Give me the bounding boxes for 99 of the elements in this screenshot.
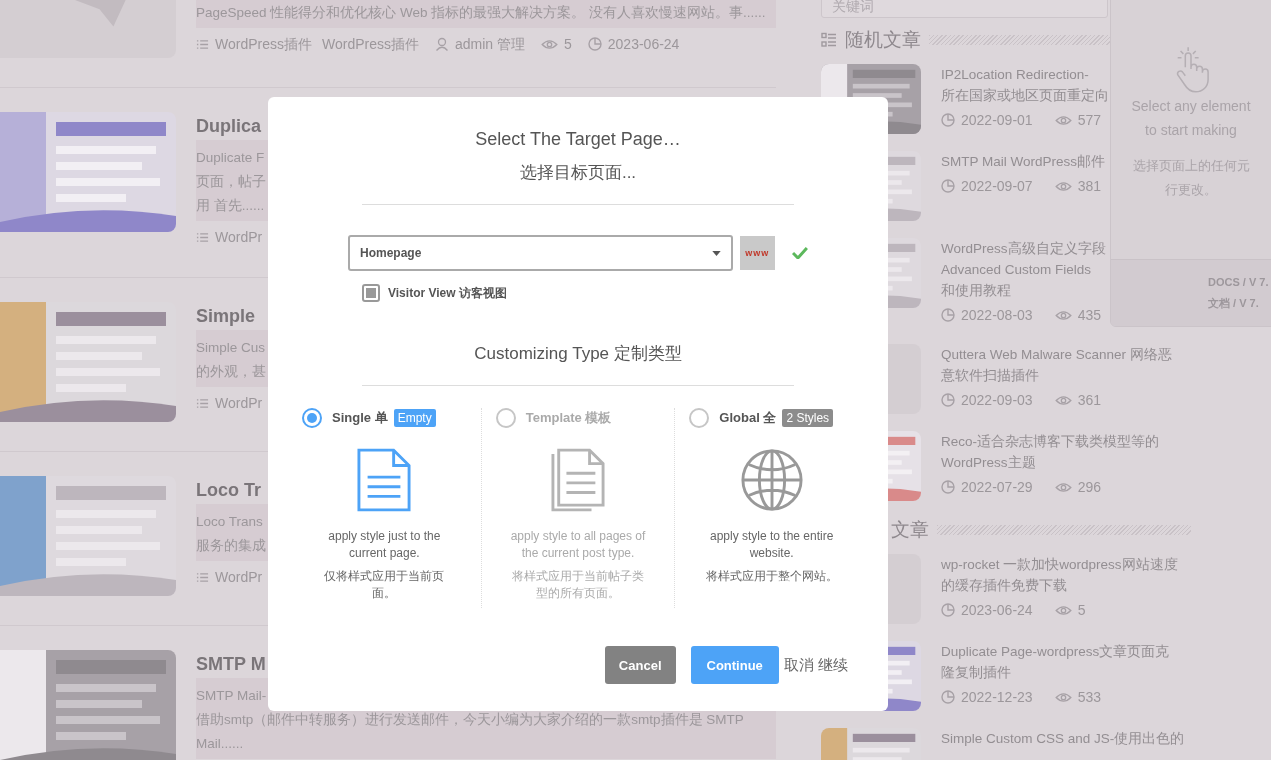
category-link[interactable]: WordPress插件 — [215, 33, 312, 55]
post-date: 2023-06-24 — [607, 35, 680, 54]
eye-icon — [541, 38, 558, 50]
post-title[interactable]: WordPress主题 — [941, 452, 1159, 473]
button-caption: 取消 继续 — [783, 655, 848, 675]
status-tag: 2 Styles — [782, 409, 834, 427]
eye-icon — [1054, 691, 1072, 703]
list-icon — [196, 230, 209, 244]
checkbox-label[interactable]: Visitor View 访客视图 — [388, 284, 507, 302]
section-heading: Customizing Type 定制类型 — [474, 343, 682, 365]
option-label[interactable]: Single 单 — [332, 409, 388, 427]
article-excerpt: Loco Trans — [196, 513, 263, 531]
view-count: 361 — [1077, 391, 1101, 410]
option-description: apply style to all pages of the current post type. — [509, 528, 647, 562]
list-icon — [196, 396, 209, 410]
clock-icon — [941, 308, 955, 322]
view-count: 5 — [1077, 601, 1086, 620]
article-excerpt: SMTP Mail- — [196, 687, 267, 705]
eye-icon — [1054, 604, 1072, 616]
view-count: 577 — [1077, 111, 1101, 130]
cancel-button[interactable]: Cancel — [604, 646, 676, 684]
view-count: 533 — [1077, 688, 1101, 707]
eye-icon — [1054, 481, 1072, 493]
option-description: 仅将样式应用于当前页面。 — [323, 568, 446, 602]
eye-icon — [1054, 309, 1072, 321]
eye-icon — [1054, 180, 1072, 192]
list-icon — [196, 570, 209, 584]
post-title[interactable]: 隆复制插件 — [941, 662, 1170, 683]
post-date: 2022-09-03 — [961, 391, 1033, 410]
category-link[interactable]: WordPress插件 — [322, 33, 419, 55]
view-count: 5 — [564, 35, 572, 54]
post-date: 2023-06-24 — [961, 601, 1033, 620]
list-icon — [196, 37, 209, 51]
post-title[interactable]: 的缓存插件免费下载 — [941, 575, 1178, 596]
post-title[interactable]: wp-rocket 一款加快wordpress网站速度 — [941, 554, 1178, 575]
post-title[interactable]: 所在国家或地区页面重定向 — [941, 85, 1109, 106]
post-title[interactable]: Reco-适合杂志博客下载类模型等的 — [941, 431, 1159, 452]
post-title[interactable]: SMTP Mail WordPress邮件 — [941, 151, 1106, 172]
section-heading: 随机文章 — [845, 28, 921, 52]
post-title[interactable]: 意软件扫描插件 — [941, 365, 1172, 386]
article-title[interactable]: Loco Tr — [196, 476, 261, 504]
eye-icon — [1054, 114, 1072, 126]
continue-button[interactable]: Continue — [690, 646, 779, 684]
clock-icon — [941, 393, 955, 407]
article-excerpt: 服务的集成 — [196, 537, 266, 555]
caret-icon — [711, 250, 721, 256]
option-description: apply style to the entire website. — [708, 528, 835, 562]
post-title[interactable]: Quttera Web Malware Scanner 网络恶 — [941, 344, 1172, 365]
article-excerpt: Duplicate F — [196, 149, 265, 167]
clock-icon — [941, 113, 955, 127]
post-date: 2022-09-07 — [961, 177, 1033, 196]
view-count: 296 — [1077, 478, 1101, 497]
checkbox[interactable] — [362, 284, 380, 302]
section-heading: 文章 — [891, 518, 929, 542]
eye-icon — [1054, 394, 1072, 406]
author-name[interactable]: admin 管理 — [454, 33, 525, 55]
clock-icon — [941, 603, 955, 617]
article-excerpt: Mail...... — [196, 735, 244, 753]
post-title[interactable]: WordPress高级自定义字段 — [941, 238, 1106, 259]
option-description: 将样式应用于当前帖子类型的所有页面。 — [511, 568, 645, 602]
post-title[interactable]: Duplicate Page-wordpress文章页面克 — [941, 641, 1170, 662]
clock-icon — [941, 480, 955, 494]
article-excerpt: 用 首先...... — [196, 197, 265, 215]
article-title[interactable]: Duplica — [196, 112, 261, 140]
clock-icon — [941, 690, 955, 704]
radio-button[interactable] — [689, 408, 710, 428]
view-count: 381 — [1077, 177, 1101, 196]
article-title[interactable]: Simple — [196, 302, 256, 330]
option-label[interactable]: Global 全 — [719, 409, 777, 427]
article-excerpt: Simple Cus — [196, 339, 266, 357]
document-icon — [357, 448, 412, 512]
post-date: 2022-08-03 — [961, 306, 1033, 325]
category-link[interactable]: WordPr — [215, 392, 263, 414]
user-icon — [434, 37, 449, 51]
dialog-subtitle: 选择目标页面... — [519, 162, 637, 184]
post-title[interactable]: Simple Custom CSS and JS-使用出色的 — [941, 728, 1185, 749]
article-excerpt: 的外观，甚 — [196, 363, 266, 381]
radio-button[interactable] — [302, 408, 322, 428]
page-select[interactable]: Homepage — [348, 235, 733, 271]
dialog-title: Select The Target Page… — [475, 128, 681, 151]
post-title[interactable]: 和使用教程 — [941, 280, 1106, 301]
documents-icon — [551, 448, 605, 512]
post-title[interactable]: IP2Location Redirection- — [941, 64, 1109, 85]
option-description: 将样式应用于整个网站。 — [704, 568, 839, 585]
clock-icon — [941, 179, 955, 193]
view-count: 435 — [1077, 306, 1101, 325]
article-title[interactable]: SMTP M — [196, 650, 266, 678]
status-tag: Empty — [393, 409, 436, 427]
article-excerpt: 页面，帖子 — [196, 173, 266, 191]
post-title[interactable]: Advanced Custom Fields — [941, 259, 1106, 280]
page-preview: www — [739, 236, 776, 270]
globe-icon — [739, 448, 804, 512]
category-link[interactable]: WordPr — [215, 226, 263, 248]
category-link[interactable]: WordPr — [215, 566, 263, 588]
option-description: apply style just to the current page. — [327, 528, 442, 562]
post-date: 2022-07-29 — [961, 478, 1033, 497]
clock-icon — [587, 37, 602, 51]
post-date: 2022-09-01 — [961, 111, 1033, 130]
post-date: 2022-12-23 — [961, 688, 1033, 707]
